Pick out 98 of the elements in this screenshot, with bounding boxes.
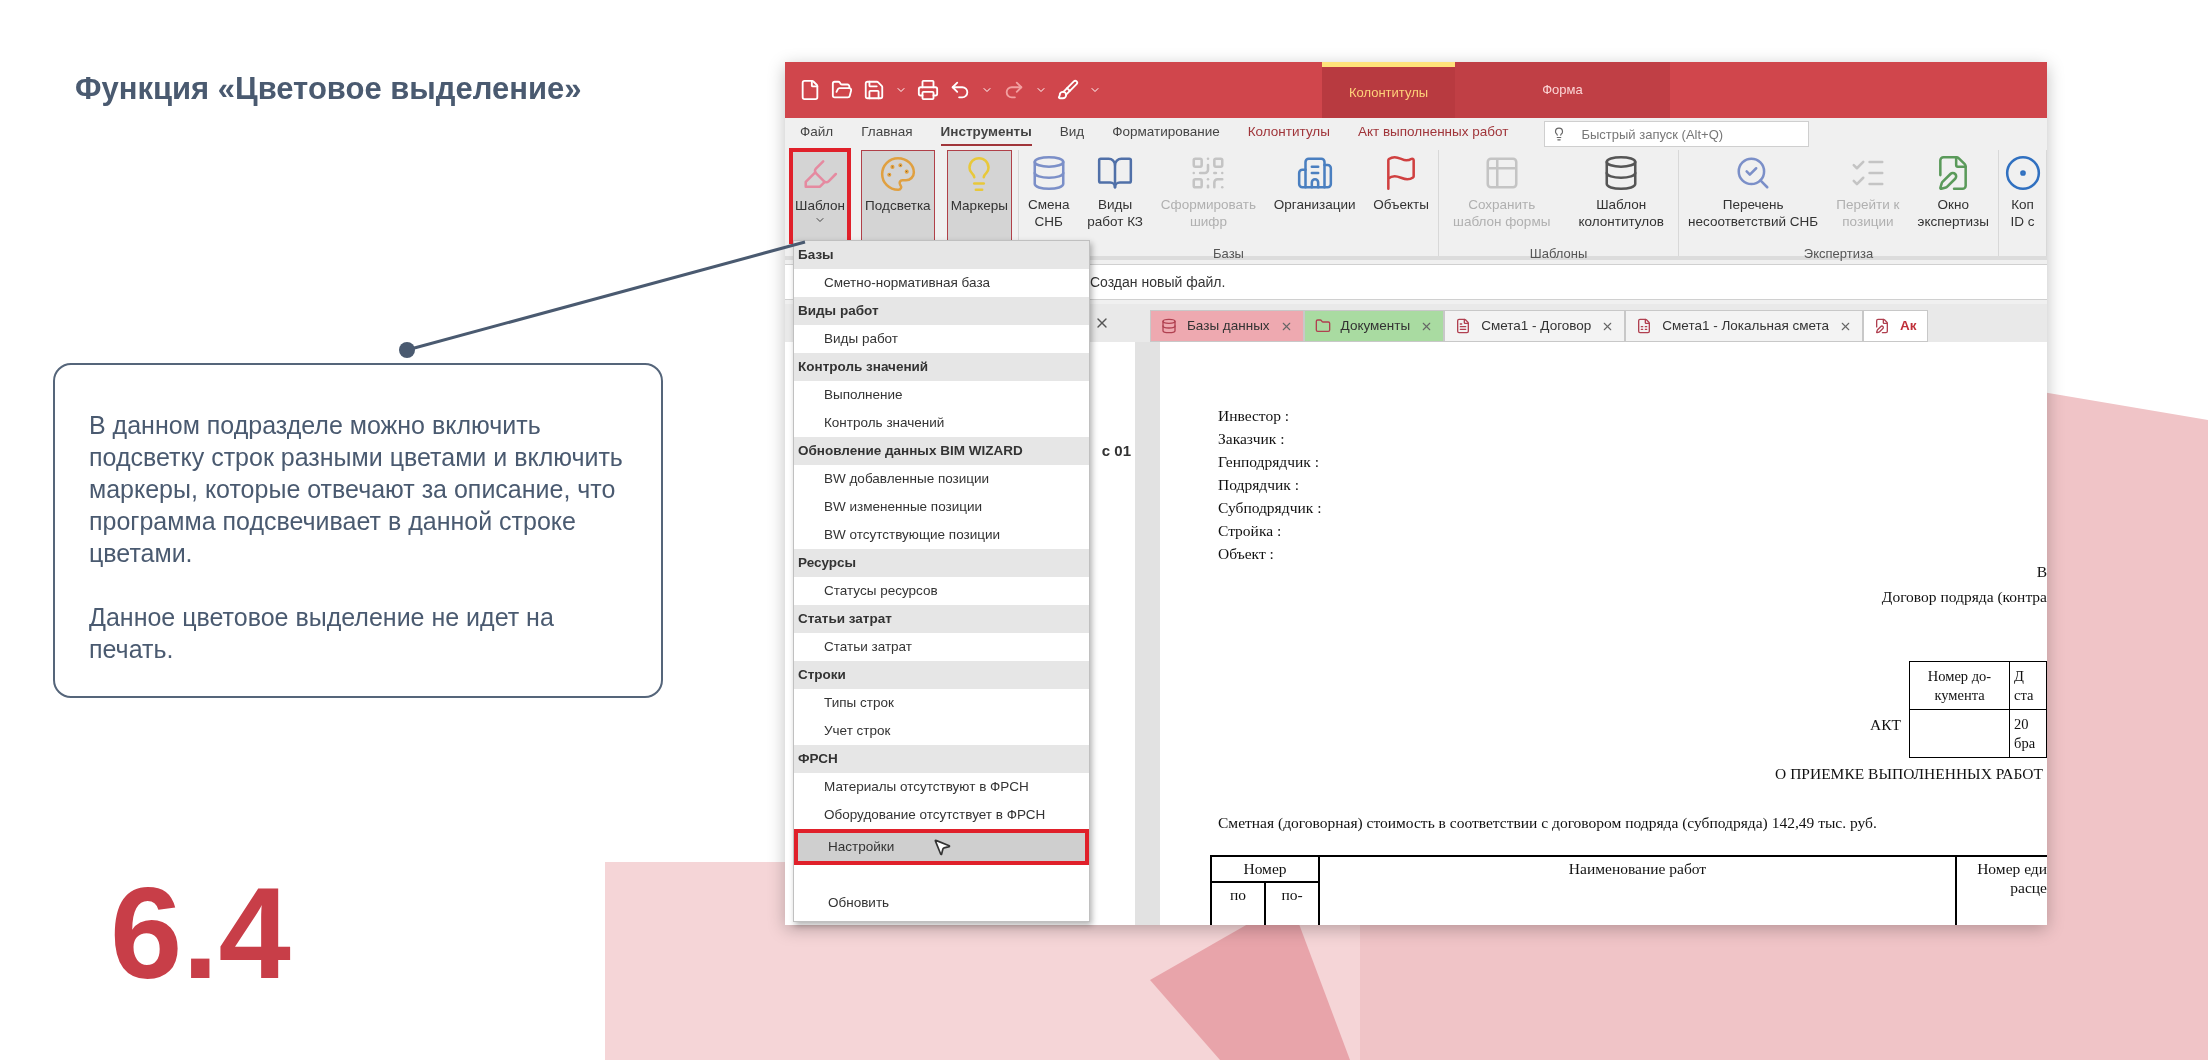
menu-item[interactable]: Обновить: [794, 885, 1089, 921]
group-label: Экспертиза: [1803, 245, 1874, 263]
menu-item[interactable]: Сметно-нормативная база: [794, 269, 1089, 297]
menu-item[interactable]: BW добавленные позиции: [794, 465, 1089, 493]
tab-label: Ак: [1900, 316, 1917, 335]
document-tab[interactable]: Базы данных: [1150, 310, 1304, 342]
ribbon-tab[interactable]: Колонтитулы: [1247, 121, 1330, 147]
document-text: АКТ: [1870, 714, 1901, 735]
menu-group-header: Базы: [794, 241, 1089, 269]
table-cell: Д ста: [2010, 662, 2047, 710]
new-file-icon[interactable]: [799, 79, 821, 101]
document-tab[interactable]: Ак: [1863, 310, 1928, 342]
table-cell: 20 бра: [2010, 710, 2047, 758]
menu-group-header: Обновление данных BIM WIZARD: [794, 437, 1089, 465]
document-text: Заказчик :: [1218, 429, 1285, 449]
print-icon[interactable]: [917, 79, 939, 101]
ribbon-tab[interactable]: Акт выполненных работ: [1357, 121, 1509, 147]
document-text: Инвестор :: [1218, 406, 1290, 426]
document-text: Объект :: [1218, 544, 1274, 564]
menu-group-header: Строки: [794, 661, 1089, 689]
document-text: Договор подряда (контра: [1881, 587, 2047, 607]
ribbon-button[interactable]: Маркеры: [946, 150, 1012, 242]
tab-icon: [1636, 318, 1653, 334]
table-header-cell-text: Номер еди расце: [1976, 858, 2047, 898]
document-tab[interactable]: Смета1 - Локальная смета: [1625, 310, 1864, 342]
tab-icon: [1314, 318, 1331, 334]
tab-label: Смета1 - Договор: [1481, 316, 1592, 335]
ribbon-tab[interactable]: Вид: [1059, 121, 1085, 147]
save-icon[interactable]: [863, 79, 885, 101]
document-heading: О ПРИЕМКЕ ВЫПОЛНЕННЫХ РАБОТ: [1775, 764, 2043, 784]
tab-label: Базы данных: [1187, 316, 1270, 335]
ribbon-icon: [878, 155, 917, 193]
document-text: В: [2036, 562, 2047, 582]
tab-label: Смета1 - Локальная смета: [1662, 316, 1830, 335]
document-text: Подрядчик :: [1218, 475, 1299, 495]
ribbon-icon: [1295, 154, 1334, 192]
ribbon-icon: [2003, 154, 2042, 192]
ribbon-button[interactable]: Подсветка: [861, 150, 935, 242]
folder-icon[interactable]: [831, 79, 853, 101]
tab-icon: [1874, 318, 1891, 334]
context-tab[interactable]: Колонтитулы: [1322, 62, 1455, 118]
menu-group-header: Статьи затрат: [794, 605, 1089, 633]
ribbon-tab[interactable]: Файл: [800, 121, 834, 147]
status-message: Создан новый файл.: [1090, 272, 1226, 292]
table-header-cell: по: [1212, 882, 1266, 925]
panel-text: с 01: [1101, 441, 1131, 461]
table-header-cell-text: по-: [1280, 884, 1304, 905]
ribbon-tab[interactable]: Главная: [861, 121, 913, 147]
menu-item[interactable]: Учет строк: [794, 717, 1089, 745]
menu-item[interactable]: Виды работ: [794, 325, 1089, 353]
ribbon-tab[interactable]: Форматирование: [1112, 121, 1220, 147]
undo-icon[interactable]: [949, 79, 971, 101]
ribbon-tab[interactable]: Инструменты: [940, 121, 1032, 147]
ribbon-button[interactable]: Шаблон: [791, 150, 850, 242]
group-label: Базы: [1213, 245, 1244, 263]
document-text: Сметная (договорная) стоимость в соответствии с договором подряда (субподряда) 142,49 тыс. руб.: [1218, 813, 1878, 834]
menu-item[interactable]: BW отсутствующие позиции: [794, 521, 1089, 549]
section-number: 6.4: [110, 867, 291, 998]
group-label: Шаблоны: [1529, 245, 1588, 263]
document-text: Генподрядчик :: [1218, 452, 1319, 472]
brush-icon[interactable]: [1057, 79, 1079, 101]
menu-item[interactable]: Статусы ресурсов: [794, 577, 1089, 605]
menu-item[interactable]: BW измененные позиции: [794, 493, 1089, 521]
ribbon-button[interactable]: Перечень несоответствий СНБ: [1685, 150, 1822, 242]
table-cell: Номер до- кумента: [1910, 662, 2010, 710]
ribbon-button[interactable]: Виды работ КЗ: [1084, 150, 1146, 242]
menu-item[interactable]: Контроль значений: [794, 409, 1089, 437]
menu-group-header: ФРСН: [794, 745, 1089, 773]
menu-item[interactable]: Оборудование отсутствует в ФРСН: [794, 801, 1089, 829]
document-text: Субподрядчик :: [1218, 498, 1322, 518]
ribbon-button[interactable]: Организации: [1270, 150, 1359, 242]
menu-group-header: Виды работ: [794, 297, 1089, 325]
context-tab[interactable]: Форма: [1455, 62, 1670, 118]
document-text: Стройка :: [1218, 521, 1282, 541]
tab-icon: [1455, 318, 1472, 334]
menu-item[interactable]: Типы строк: [794, 689, 1089, 717]
table-header-cell: Наименование работ: [1320, 856, 1957, 925]
menu-item[interactable]: Выполнение: [794, 381, 1089, 409]
table-header-cell: Номер: [1212, 856, 1318, 883]
menu-group-header: Контроль значений: [794, 353, 1089, 381]
document-tab[interactable]: Смета1 - Договор: [1444, 310, 1626, 342]
ribbon-button[interactable]: Смена СНБ: [1024, 150, 1073, 242]
tab-icon: [1161, 318, 1177, 334]
mouse-cursor-icon: [932, 837, 952, 857]
ribbon-button[interactable]: Шаблон колонтитулов: [1575, 150, 1667, 242]
ribbon-button[interactable]: Коп ID с: [2000, 150, 2045, 242]
document-tab[interactable]: Документы: [1303, 310, 1445, 342]
ribbon-button[interactable]: Объекты: [1370, 150, 1432, 242]
slide-title: Функция «Цветовое выделение»: [75, 70, 582, 108]
tab-label: Документы: [1340, 316, 1411, 335]
menu-item[interactable]: Статьи затрат: [794, 633, 1089, 661]
callout-text: Данное цветовое выделение не идет на печать.: [89, 601, 555, 665]
quick-launch-field[interactable]: Быстрый запуск (Alt+Q): [1544, 121, 1810, 147]
menu-item[interactable]: Настройки: [794, 829, 1089, 865]
menu-item[interactable]: Материалы отсутствуют в ФРСН: [794, 773, 1089, 801]
ribbon-button[interactable]: Окно экспертизы: [1914, 150, 1992, 242]
callout-text: В данном подразделе можно включить подсветку строк разными цветами и включить маркеры, которые отвечают за описание, что программа подсвечивает в данной строке цветами.: [89, 409, 624, 569]
menu-group-header: Ресурсы: [794, 549, 1089, 577]
